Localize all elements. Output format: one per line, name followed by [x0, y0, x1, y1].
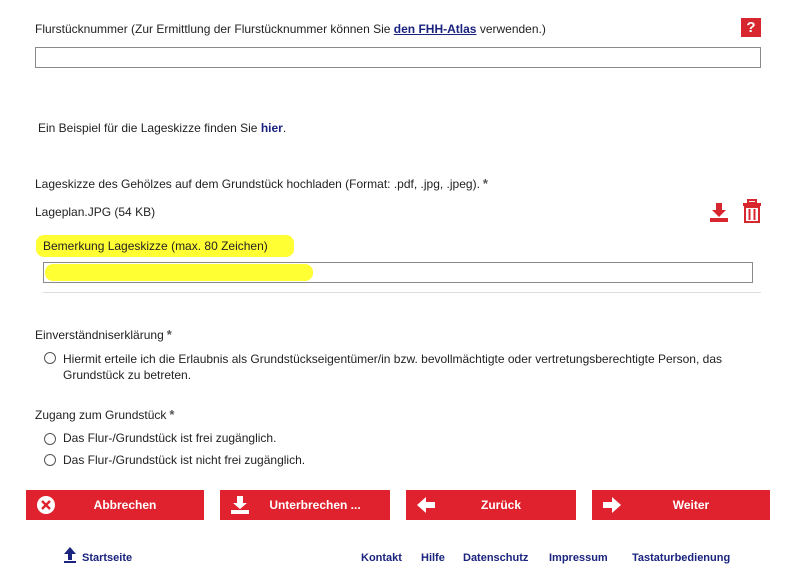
- arrow-right-icon: [602, 495, 622, 515]
- upload-label: Lageskizze des Gehölzes auf dem Grundstü…: [35, 176, 488, 191]
- beispiel-text: Ein Beispiel für die Lageskizze finden S…: [38, 121, 287, 135]
- footer-startseite-link[interactable]: Startseite: [82, 552, 132, 564]
- divider: [43, 292, 761, 293]
- flurstueck-label: Flurstücknummer (Zur Ermittlung der Flur…: [35, 22, 546, 36]
- cancel-button[interactable]: Abbrechen: [26, 490, 204, 520]
- zugang-option-frei: Das Flur-/Grundstück ist frei zugänglich…: [63, 431, 277, 445]
- download-icon[interactable]: [708, 201, 730, 223]
- einverstaendnis-label: Einverständniserklärung *: [35, 327, 172, 342]
- footer-datenschutz-link[interactable]: Datenschutz: [463, 552, 528, 564]
- zugang-option-nicht-frei: Das Flur-/Grundstück ist nicht frei zugä…: [63, 453, 306, 467]
- zugang-radio-nicht-frei[interactable]: [44, 454, 56, 466]
- interrupt-button[interactable]: Unterbrechen ...: [220, 490, 390, 520]
- fhh-atlas-link[interactable]: den FHH-Atlas: [394, 22, 477, 36]
- download-icon: [230, 495, 250, 515]
- zugang-radio-frei[interactable]: [44, 433, 56, 445]
- hier-link[interactable]: hier: [261, 121, 283, 135]
- footer-hilfe-link[interactable]: Hilfe: [421, 552, 445, 564]
- footer-kontakt-link[interactable]: Kontakt: [361, 552, 402, 564]
- back-button[interactable]: Zurück: [406, 490, 576, 520]
- einverstaendnis-option-text: Hiermit erteile ich die Erlaubnis als Gr…: [63, 352, 722, 382]
- flurstueck-input[interactable]: [35, 47, 761, 68]
- bemerkung-input-highlight: [45, 264, 313, 281]
- bemerkung-label: Bemerkung Lageskizze (max. 80 Zeichen): [43, 239, 268, 253]
- arrow-left-icon: [416, 495, 436, 515]
- close-circle-icon: [36, 495, 56, 515]
- footer-impressum-link[interactable]: Impressum: [549, 552, 608, 564]
- uploaded-file-name: Lageplan.JPG (54 KB): [35, 205, 156, 219]
- trash-icon[interactable]: [741, 199, 763, 223]
- footer-tastaturbedienung-link[interactable]: Tastaturbedienung: [632, 552, 730, 564]
- home-arrow-icon[interactable]: [63, 546, 77, 564]
- einverstaendnis-radio[interactable]: [44, 352, 56, 364]
- next-button[interactable]: Weiter: [592, 490, 770, 520]
- help-icon[interactable]: ?: [741, 18, 761, 37]
- zugang-label: Zugang zum Grundstück *: [35, 407, 175, 422]
